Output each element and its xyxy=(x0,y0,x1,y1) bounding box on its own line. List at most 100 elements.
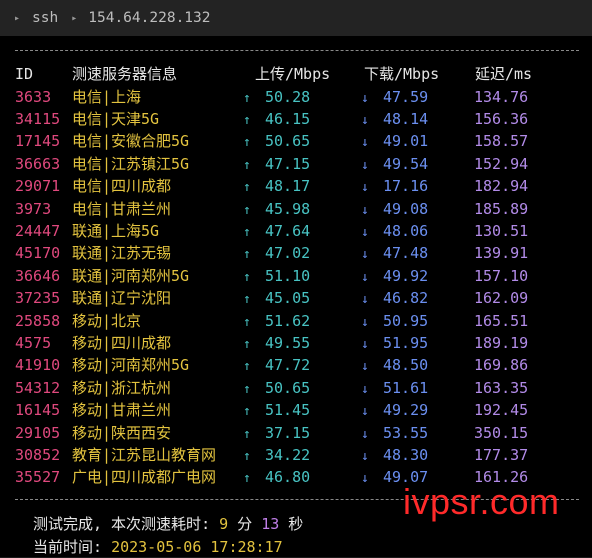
table-row: 3973 电信|甘肃兰州 ↑ 45.98 ↓ 49.08 185.89 xyxy=(0,198,592,220)
server-info: 电信|江苏镇江5G xyxy=(72,154,190,173)
table-row: 37235 联通|辽宁沈阳 ↑ 45.05 ↓ 46.82 162.09 xyxy=(0,287,592,309)
upload-value: 47.72 xyxy=(265,356,311,375)
upload-value: 49.55 xyxy=(265,333,311,352)
arrow-down-icon: ↓ xyxy=(361,336,369,352)
table-row: 45170 联通|江苏无锡 ↑ 47.02 ↓ 47.48 139.91 xyxy=(0,242,592,264)
server-id: 35527 xyxy=(15,468,61,487)
download-speed: ↓ 48.14 xyxy=(361,108,428,132)
server-id: 24447 xyxy=(15,221,61,240)
current-time-line: 当前时间: 2023-05-06 17:28:17 xyxy=(33,536,283,558)
arrow-down-icon: ↓ xyxy=(361,426,369,442)
dashed-divider xyxy=(15,50,579,51)
download-speed: ↓ 47.48 xyxy=(361,242,428,266)
latency-value: 165.51 xyxy=(474,311,529,330)
download-value: 48.30 xyxy=(383,445,429,464)
arrow-down-icon: ↓ xyxy=(361,90,369,106)
arrow-down-icon: ↓ xyxy=(361,157,369,173)
download-speed: ↓ 49.08 xyxy=(361,198,428,222)
latency-value: 350.15 xyxy=(474,423,529,442)
arrow-up-icon: ↑ xyxy=(243,157,251,173)
arrow-up-icon: ↑ xyxy=(243,381,251,397)
download-speed: ↓ 47.59 xyxy=(361,86,428,110)
latency-value: 163.35 xyxy=(474,378,529,397)
arrow-down-icon: ↓ xyxy=(361,359,369,375)
arrow-down-icon: ↓ xyxy=(361,135,369,151)
header-download: 下载/Mbps xyxy=(364,65,440,83)
current-time-label: 当前时间: xyxy=(33,538,112,556)
summary-seconds: 13 xyxy=(261,515,280,533)
server-id: 34115 xyxy=(15,109,61,128)
table-row: 24447 联通|上海5G ↑ 47.64 ↓ 48.06 130.51 xyxy=(0,220,592,242)
download-speed: ↓ 51.61 xyxy=(361,377,428,401)
chevron-right-icon: ▸ xyxy=(14,12,21,24)
server-info: 移动|浙江杭州 xyxy=(72,378,172,397)
table-row: 34115 电信|天津5G ↑ 46.15 ↓ 48.14 156.36 xyxy=(0,108,592,130)
header-server-info: 测速服务器信息 xyxy=(72,65,178,83)
terminal-output[interactable]: ID 测速服务器信息 上传/Mbps 下载/Mbps 延迟/ms 3633 电信|… xyxy=(0,36,592,557)
latency-value: 162.09 xyxy=(474,289,529,308)
server-info: 教育|江苏昆山教育网 xyxy=(72,445,217,464)
upload-speed: ↑ 50.65 xyxy=(243,130,310,154)
arrow-down-icon: ↓ xyxy=(361,292,369,308)
latency-value: 156.36 xyxy=(474,109,529,128)
download-speed: ↓ 46.82 xyxy=(361,287,428,311)
server-id: 37235 xyxy=(15,289,61,308)
server-info: 移动|北京 xyxy=(72,311,142,330)
table-row: 36663 电信|江苏镇江5G ↑ 47.15 ↓ 49.54 152.94 xyxy=(0,153,592,175)
upload-speed: ↑ 46.80 xyxy=(243,466,310,490)
server-id: 3633 xyxy=(15,87,52,106)
upload-value: 47.64 xyxy=(265,221,311,240)
latency-value: 139.91 xyxy=(474,244,529,263)
table-header: ID 测速服务器信息 上传/Mbps 下载/Mbps 延迟/ms xyxy=(0,63,592,85)
arrow-up-icon: ↑ xyxy=(243,426,251,442)
upload-speed: ↑ 50.28 xyxy=(243,86,310,110)
arrow-down-icon: ↓ xyxy=(361,112,369,128)
server-info: 电信|安徽合肥5G xyxy=(72,132,190,151)
upload-value: 51.45 xyxy=(265,401,311,420)
latency-value: 177.37 xyxy=(474,445,529,464)
upload-speed: ↑ 48.17 xyxy=(243,175,310,199)
header-upload: 上传/Mbps xyxy=(255,65,331,83)
latency-value: 192.45 xyxy=(474,401,529,420)
arrow-down-icon: ↓ xyxy=(361,224,369,240)
tab-breadcrumb-bar: ▸ ssh ▸ 154.64.228.132 xyxy=(0,0,592,36)
arrow-up-icon: ↑ xyxy=(243,314,251,330)
watermark-logo: ivpsr.com xyxy=(403,481,560,522)
upload-value: 50.28 xyxy=(265,87,311,106)
server-info: 移动|甘肃兰州 xyxy=(72,401,172,420)
arrow-up-icon: ↑ xyxy=(243,202,251,218)
arrow-up-icon: ↑ xyxy=(243,135,251,151)
server-id: 36646 xyxy=(15,266,61,285)
download-value: 51.61 xyxy=(383,378,429,397)
table-row: 3633 电信|上海 ↑ 50.28 ↓ 47.59 134.76 xyxy=(0,86,592,108)
breadcrumb-host[interactable]: 154.64.228.132 xyxy=(88,10,210,26)
table-row: 41910 移动|河南郑州5G ↑ 47.72 ↓ 48.50 169.86 xyxy=(0,354,592,376)
upload-value: 50.65 xyxy=(265,132,311,151)
upload-speed: ↑ 49.55 xyxy=(243,332,310,356)
download-speed: ↓ 49.29 xyxy=(361,399,428,423)
server-id: 16145 xyxy=(15,401,61,420)
current-time-value: 2023-05-06 17:28:17 xyxy=(111,538,283,556)
upload-speed: ↑ 45.05 xyxy=(243,287,310,311)
arrow-up-icon: ↑ xyxy=(243,448,251,464)
server-id: 41910 xyxy=(15,356,61,375)
upload-speed: ↑ 47.72 xyxy=(243,354,310,378)
breadcrumb-ssh[interactable]: ssh xyxy=(32,10,58,26)
table-row: 25858 移动|北京 ↑ 51.62 ↓ 50.95 165.51 xyxy=(0,310,592,332)
upload-speed: ↑ 50.65 xyxy=(243,377,310,401)
table-row: 36646 联通|河南郑州5G ↑ 51.10 ↓ 49.92 157.10 xyxy=(0,265,592,287)
arrow-up-icon: ↑ xyxy=(243,90,251,106)
summary-minutes: 9 xyxy=(219,515,229,533)
download-value: 50.95 xyxy=(383,311,429,330)
arrow-down-icon: ↓ xyxy=(361,180,369,196)
server-id: 29071 xyxy=(15,177,61,196)
download-value: 47.48 xyxy=(383,244,429,263)
arrow-up-icon: ↑ xyxy=(243,404,251,420)
arrow-up-icon: ↑ xyxy=(243,269,251,285)
arrow-down-icon: ↓ xyxy=(361,381,369,397)
download-speed: ↓ 17.16 xyxy=(361,175,428,199)
table-row: 16145 移动|甘肃兰州 ↑ 51.45 ↓ 49.29 192.45 xyxy=(0,399,592,421)
arrow-down-icon: ↓ xyxy=(361,314,369,330)
download-value: 49.29 xyxy=(383,401,429,420)
arrow-down-icon: ↓ xyxy=(361,448,369,464)
